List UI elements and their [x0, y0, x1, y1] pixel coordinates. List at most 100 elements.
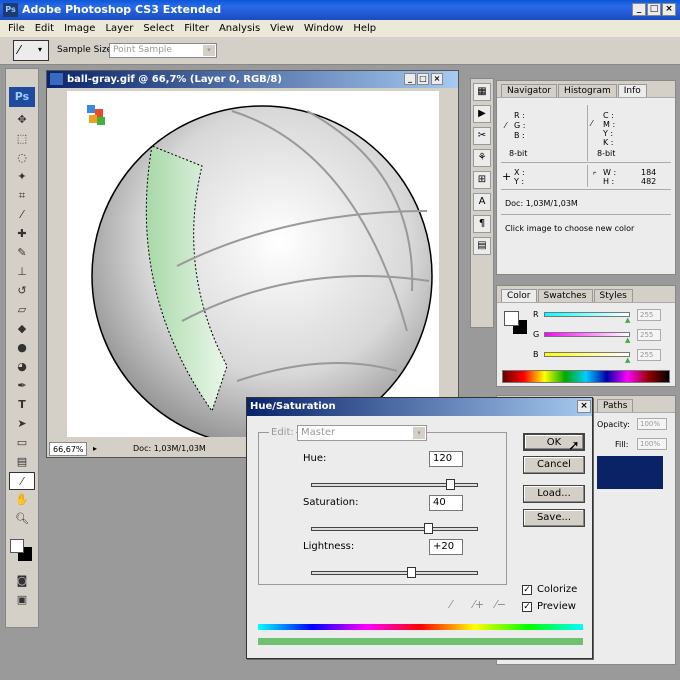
- cancel-button[interactable]: Cancel: [523, 456, 585, 474]
- hand-tool-icon[interactable]: ✋: [9, 491, 35, 509]
- navigator-dock-icon[interactable]: ▦: [473, 83, 491, 101]
- saturation-input[interactable]: 40: [429, 495, 463, 511]
- eyedropper-plus-icon[interactable]: ⁄+: [473, 598, 484, 611]
- menu-image[interactable]: Image: [59, 20, 100, 37]
- menu-analysis[interactable]: Analysis: [214, 20, 265, 37]
- clone-source-dock-icon[interactable]: ⊞: [473, 171, 491, 189]
- channel-slider[interactable]: [544, 312, 630, 317]
- color-spectrum-ramp[interactable]: [502, 370, 670, 383]
- lightness-slider-thumb[interactable]: [407, 567, 416, 578]
- shape-tool-icon[interactable]: ▭: [9, 434, 35, 452]
- slice-tool-icon[interactable]: ⁄: [9, 206, 35, 224]
- actions-dock-icon[interactable]: ▶: [473, 105, 491, 123]
- channel-slider[interactable]: [544, 352, 630, 357]
- hue-slider-thumb[interactable]: [445, 479, 455, 490]
- image-canvas[interactable]: [67, 91, 439, 447]
- doc-close-button[interactable]: ×: [431, 73, 443, 85]
- lasso-tool-icon[interactable]: ◌: [9, 149, 35, 167]
- zoom-level-field[interactable]: 66,67%: [49, 442, 87, 456]
- layer-row-selected[interactable]: [597, 456, 663, 489]
- path-selection-icon[interactable]: ➤: [9, 415, 35, 433]
- tab-color[interactable]: Color: [501, 289, 537, 302]
- load-button[interactable]: Load...: [523, 485, 585, 503]
- slider-triangle-icon[interactable]: ▲: [625, 316, 630, 324]
- tab-info[interactable]: Info: [617, 84, 647, 97]
- blur-tool-icon[interactable]: ●: [9, 339, 35, 357]
- stamp-tool-icon[interactable]: ⊥: [9, 263, 35, 281]
- wh-values: 184 482: [641, 168, 656, 186]
- marquee-tool-icon[interactable]: ⬚: [9, 130, 35, 148]
- menu-layer[interactable]: Layer: [100, 20, 138, 37]
- eyedropper-minus-icon[interactable]: ⁄−: [495, 598, 506, 611]
- save-button[interactable]: Save...: [523, 509, 585, 527]
- healing-brush-icon[interactable]: ✚: [9, 225, 35, 243]
- layer-comps-dock-icon[interactable]: ▤: [473, 237, 491, 255]
- saturation-slider[interactable]: [311, 523, 478, 534]
- menu-help[interactable]: Help: [348, 20, 381, 37]
- channel-value-field[interactable]: 255: [637, 349, 661, 361]
- move-tool-icon[interactable]: ✥: [9, 111, 35, 129]
- channel-value-field[interactable]: 255: [637, 329, 661, 341]
- tool-preset-picker[interactable]: ⁄ ▾: [13, 40, 49, 61]
- menu-edit[interactable]: Edit: [30, 20, 59, 37]
- dialog-close-button[interactable]: ×: [577, 400, 591, 413]
- status-menu-icon[interactable]: ▸: [93, 442, 97, 456]
- pen-tool-icon[interactable]: ✒: [9, 377, 35, 395]
- fill-field[interactable]: 100%: [637, 438, 667, 450]
- chevron-down-icon: ▾: [38, 45, 43, 54]
- zoom-tool-icon[interactable]: 🔍︎: [9, 510, 35, 528]
- slider-triangle-icon[interactable]: ▲: [625, 356, 630, 364]
- foreground-color-swatch[interactable]: [10, 539, 24, 553]
- channel-value-field[interactable]: 255: [637, 309, 661, 321]
- menu-view[interactable]: View: [265, 20, 299, 37]
- eraser-tool-icon[interactable]: ▱: [9, 301, 35, 319]
- tab-swatches[interactable]: Swatches: [537, 289, 593, 302]
- eyedropper-tool-icon[interactable]: ⁄: [9, 472, 35, 490]
- tools-dock-icon[interactable]: ✂: [473, 127, 491, 145]
- edit-select[interactable]: Master ▾: [297, 425, 427, 441]
- doc-minimize-button[interactable]: _: [404, 73, 416, 85]
- foreground-color-swatch[interactable]: [504, 311, 519, 326]
- history-brush-icon[interactable]: ↺: [9, 282, 35, 300]
- channel-slider[interactable]: [544, 332, 630, 337]
- magic-wand-icon[interactable]: ✦: [9, 168, 35, 186]
- hue-input[interactable]: 120: [429, 451, 463, 467]
- tab-navigator[interactable]: Navigator: [501, 84, 558, 97]
- menu-select[interactable]: Select: [138, 20, 179, 37]
- tab-styles[interactable]: Styles: [593, 289, 633, 302]
- chevron-down-icon: ▾: [203, 45, 215, 56]
- notes-tool-icon[interactable]: ▤: [9, 453, 35, 471]
- quick-mask-icon[interactable]: ◙: [9, 572, 35, 590]
- maximize-button[interactable]: □: [647, 3, 661, 16]
- close-button[interactable]: ×: [662, 3, 676, 16]
- saturation-slider-thumb[interactable]: [423, 523, 433, 534]
- eyedropper-icon[interactable]: ⁄: [450, 598, 452, 611]
- paint-bucket-icon[interactable]: ◆: [9, 320, 35, 338]
- channel-label: G: [533, 330, 540, 339]
- type-tool-icon[interactable]: T: [9, 396, 35, 414]
- tab-paths[interactable]: Paths: [597, 399, 634, 412]
- sample-size-select[interactable]: Point Sample ▾: [109, 43, 217, 58]
- slider-triangle-icon[interactable]: ▲: [625, 336, 630, 344]
- color-swatches[interactable]: [6, 529, 38, 571]
- opacity-field[interactable]: 100%: [637, 418, 667, 430]
- screen-mode-icon[interactable]: ▣: [9, 591, 35, 609]
- menu-file[interactable]: File: [3, 20, 30, 37]
- menu-window[interactable]: Window: [299, 20, 348, 37]
- character-dock-icon[interactable]: A: [473, 193, 491, 211]
- menu-filter[interactable]: Filter: [179, 20, 214, 37]
- channel-label: R: [533, 310, 539, 319]
- crop-tool-icon[interactable]: ⌗: [9, 187, 35, 205]
- lightness-slider[interactable]: [311, 567, 478, 578]
- paragraph-dock-icon[interactable]: ¶: [473, 215, 491, 233]
- brush-tool-icon[interactable]: ✎: [9, 244, 35, 262]
- preview-checkbox[interactable]: ✓: [522, 602, 532, 612]
- doc-maximize-button[interactable]: □: [417, 73, 429, 85]
- brushes-dock-icon[interactable]: ⚘: [473, 149, 491, 167]
- dodge-tool-icon[interactable]: ◕: [9, 358, 35, 376]
- lightness-input[interactable]: +20: [429, 539, 463, 555]
- hue-slider[interactable]: [311, 479, 478, 490]
- minimize-button[interactable]: _: [632, 3, 646, 16]
- colorize-checkbox[interactable]: ✓: [522, 585, 532, 595]
- tab-histogram[interactable]: Histogram: [558, 84, 617, 97]
